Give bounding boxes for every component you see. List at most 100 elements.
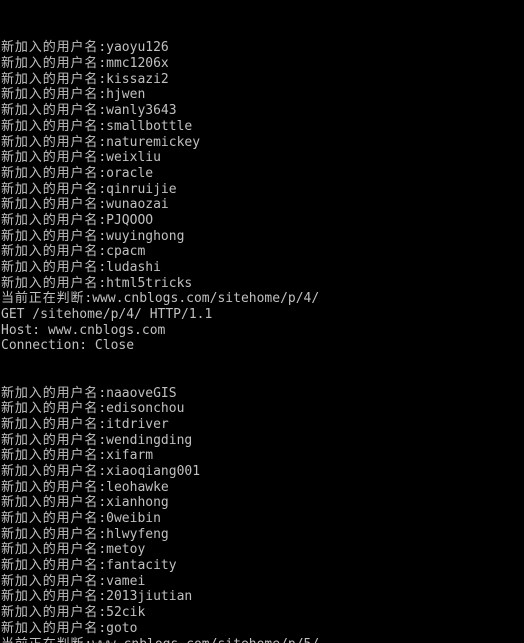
judging-url-value: www.cnblogs.com/sitehome/p/4/ bbox=[92, 291, 320, 307]
username-value: hlwyfeng bbox=[106, 526, 169, 542]
new-user-label: 新加入的用户名 bbox=[1, 573, 99, 589]
new-user-label: 新加入的用户名 bbox=[1, 589, 99, 605]
console-line: 新加入的用户名:xiaoqiang001 bbox=[1, 464, 524, 480]
separator-colon: : bbox=[98, 71, 107, 87]
username-value: itdriver bbox=[106, 416, 169, 432]
username-value: wendingding bbox=[106, 432, 193, 448]
separator-colon: : bbox=[98, 165, 107, 181]
console-line: 新加入的用户名:mmc1206x bbox=[1, 56, 524, 72]
new-user-label: 新加入的用户名 bbox=[1, 432, 99, 448]
username-value: kissazi2 bbox=[106, 71, 169, 87]
separator-colon: : bbox=[98, 479, 107, 495]
username-value: metoy bbox=[106, 542, 146, 558]
username-value: cpacm bbox=[106, 244, 146, 260]
judging-label: 当前正在判断 bbox=[1, 291, 85, 307]
new-user-label: 新加入的用户名 bbox=[1, 558, 99, 574]
new-user-label: 新加入的用户名 bbox=[1, 416, 99, 432]
username-value: xifarm bbox=[106, 448, 154, 464]
separator-colon: : bbox=[98, 416, 107, 432]
separator-colon: : bbox=[98, 448, 107, 464]
username-value: leohawke bbox=[106, 479, 169, 495]
username-value: 0weibin bbox=[106, 511, 161, 527]
console-line: 新加入的用户名:wanly3643 bbox=[1, 103, 524, 119]
username-value: PJQOOO bbox=[106, 212, 154, 228]
separator-colon: : bbox=[98, 385, 107, 401]
new-user-label: 新加入的用户名 bbox=[1, 134, 99, 150]
username-value: html5tricks bbox=[106, 275, 193, 291]
separator-colon: : bbox=[98, 87, 107, 103]
username-value: yaoyu126 bbox=[106, 40, 169, 56]
console-line-list: 新加入的用户名:yaoyu126 新加入的用户名:mmc1206x 新加入的用户名:… bbox=[1, 40, 524, 643]
new-user-label: 新加入的用户名 bbox=[1, 275, 99, 291]
new-user-label: 新加入的用户名 bbox=[1, 542, 99, 558]
console-line: 新加入的用户名:xifarm bbox=[1, 448, 524, 464]
new-user-label: 新加入的用户名 bbox=[1, 212, 99, 228]
new-user-label: 新加入的用户名 bbox=[1, 260, 99, 276]
console-line: 新加入的用户名:smallbottle bbox=[1, 119, 524, 135]
new-user-label: 新加入的用户名 bbox=[1, 87, 99, 103]
username-value: oracle bbox=[106, 165, 154, 181]
console-line: 新加入的用户名:weixliu bbox=[1, 150, 524, 166]
console-line: 新加入的用户名:PJQOOO bbox=[1, 213, 524, 229]
username-value: hjwen bbox=[106, 87, 146, 103]
username-value: qinruijie bbox=[106, 181, 177, 197]
separator-colon: : bbox=[98, 244, 107, 260]
username-value: naaoveGIS bbox=[106, 385, 177, 401]
new-user-label: 新加入的用户名 bbox=[1, 150, 99, 166]
console-line: 新加入的用户名:edisonchou bbox=[1, 401, 524, 417]
separator-colon: : bbox=[98, 228, 107, 244]
separator-colon: : bbox=[98, 573, 107, 589]
separator-colon: : bbox=[98, 463, 107, 479]
username-value: smallbottle bbox=[106, 118, 193, 134]
console-raw-text: Host: www.cnblogs.com bbox=[1, 322, 166, 338]
separator-colon: : bbox=[98, 150, 107, 166]
console-line: 当前正在判断:www.cnblogs.com/sitehome/p/4/ bbox=[1, 291, 524, 307]
new-user-label: 新加入的用户名 bbox=[1, 181, 99, 197]
console-line: 新加入的用户名:kissazi2 bbox=[1, 72, 524, 88]
console-line: 新加入的用户名:qinruijie bbox=[1, 182, 524, 198]
username-value: naturemickey bbox=[106, 134, 201, 150]
username-value: fantacity bbox=[106, 558, 177, 574]
console-line: 新加入的用户名:vamei bbox=[1, 574, 524, 590]
new-user-label: 新加入的用户名 bbox=[1, 401, 99, 417]
username-value: vamei bbox=[106, 573, 146, 589]
separator-colon: : bbox=[98, 118, 107, 134]
console-line: 新加入的用户名:0weibin bbox=[1, 511, 524, 527]
console-line: 新加入的用户名:yaoyu126 bbox=[1, 40, 524, 56]
console-line: 新加入的用户名:wunaozai bbox=[1, 197, 524, 213]
new-user-label: 新加入的用户名 bbox=[1, 71, 99, 87]
new-user-label: 新加入的用户名 bbox=[1, 165, 99, 181]
separator-colon: : bbox=[98, 181, 107, 197]
new-user-label: 新加入的用户名 bbox=[1, 228, 99, 244]
new-user-label: 新加入的用户名 bbox=[1, 511, 99, 527]
new-user-label: 新加入的用户名 bbox=[1, 197, 99, 213]
console-line: 新加入的用户名:hjwen bbox=[1, 87, 524, 103]
console-output-area[interactable]: 新加入的用户名:yaoyu126 新加入的用户名:mmc1206x 新加入的用户名:… bbox=[0, 0, 524, 643]
console-line: 当前正在判断:www.cnblogs.com/sitehome/p/5/ bbox=[1, 637, 524, 643]
console-raw-text: Connection: Close bbox=[1, 338, 135, 354]
new-user-label: 新加入的用户名 bbox=[1, 479, 99, 495]
new-user-label: 新加入的用户名 bbox=[1, 463, 99, 479]
separator-colon: : bbox=[98, 275, 107, 291]
separator-colon: : bbox=[98, 212, 107, 228]
console-line: 新加入的用户名:metoy bbox=[1, 542, 524, 558]
console-raw-text: GET /sitehome/p/4/ HTTP/1.1 bbox=[1, 307, 213, 323]
console-line: 新加入的用户名:wendingding bbox=[1, 433, 524, 449]
username-value: wuyinghong bbox=[106, 228, 185, 244]
username-value: 2013jiutian bbox=[106, 589, 193, 605]
username-value: ludashi bbox=[106, 260, 161, 276]
separator-colon: : bbox=[98, 260, 107, 276]
console-line: Host: www.cnblogs.com bbox=[1, 323, 524, 339]
new-user-label: 新加入的用户名 bbox=[1, 56, 99, 72]
separator-colon: : bbox=[98, 558, 107, 574]
console-line: 新加入的用户名:2013jiutian bbox=[1, 589, 524, 605]
separator-colon: : bbox=[98, 56, 107, 72]
new-user-label: 新加入的用户名 bbox=[1, 620, 99, 636]
separator-colon: : bbox=[98, 103, 107, 119]
separator-colon: : bbox=[98, 589, 107, 605]
console-line: 新加入的用户名:52cik bbox=[1, 605, 524, 621]
console-line: 新加入的用户名:xianhong bbox=[1, 495, 524, 511]
separator-colon: : bbox=[98, 134, 107, 150]
